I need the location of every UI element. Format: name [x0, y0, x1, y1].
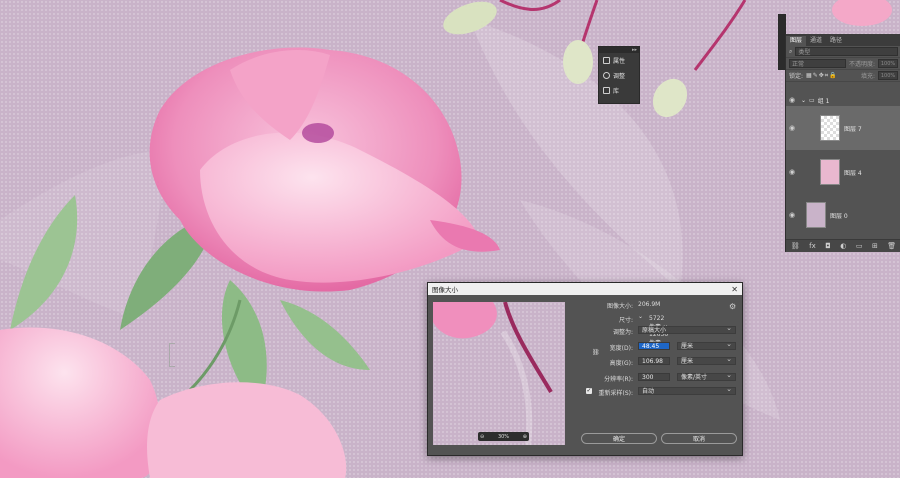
adjustments-icon	[603, 72, 610, 79]
width-label: 宽度(D):	[609, 345, 633, 352]
blend-mode-select[interactable]: 正常	[789, 59, 846, 68]
preview-artwork	[433, 302, 565, 445]
width-unit-select[interactable]: 厘米	[677, 341, 736, 350]
preview-zoom-control: ⊖ 30% ⊕	[478, 432, 529, 441]
image-preview[interactable]: ⊖ 30% ⊕	[433, 302, 565, 445]
mini-panel: ▸▸ 属性 调整 库	[598, 46, 640, 104]
properties-icon	[603, 57, 610, 64]
constrain-bracket	[169, 343, 175, 367]
search-icon: ⌕	[789, 47, 793, 55]
height-label: 高度(G):	[609, 360, 633, 367]
resolution-label: 分辨率(R):	[604, 376, 633, 383]
mini-panel-label: 调整	[613, 73, 626, 80]
folder-icon: ▭	[809, 96, 815, 104]
mask-icon[interactable]: ◘	[825, 242, 831, 250]
link-icon[interactable]: ⛓	[791, 242, 800, 250]
layer-group[interactable]: ◉ ⌄ ▭ 组 1	[786, 95, 900, 105]
tab-channels[interactable]: 通道	[806, 36, 826, 46]
eye-icon[interactable]: ◉	[786, 211, 798, 219]
layer-row[interactable]: ◉ 图层 7	[786, 106, 900, 150]
layers-tabs: 图层 通道 路径	[786, 34, 900, 46]
fill-label: 填充:	[860, 73, 875, 80]
zoom-in-icon[interactable]: ⊕	[523, 434, 527, 440]
cancel-button[interactable]: 取消	[661, 433, 737, 444]
layer-kind-filter[interactable]: 类型	[795, 47, 898, 56]
gear-icon[interactable]: ⚙	[729, 302, 736, 311]
chevron-down-icon[interactable]: ⌄	[638, 313, 643, 320]
dimensions-label: 尺寸:	[618, 317, 633, 324]
lock-icons[interactable]: ▦✎✥⌗🔒	[806, 72, 838, 80]
image-size-label: 图像大小:	[606, 303, 633, 310]
mini-panel-label: 属性	[613, 58, 626, 65]
tab-paths[interactable]: 路径	[826, 36, 846, 46]
layer-name: 图层 4	[844, 169, 862, 177]
layers-panel: 图层 通道 路径 ⌕ 类型 正常 不透明度: 100% 锁定: ▦✎✥⌗🔒 填充…	[785, 34, 900, 252]
opacity-label: 不透明度:	[848, 61, 875, 68]
lock-label: 锁定:	[789, 73, 804, 80]
opacity-input[interactable]: 100%	[878, 59, 898, 68]
fit-label: 调整为:	[612, 329, 633, 336]
eye-icon[interactable]: ◉	[786, 96, 798, 104]
group-name: 组 1	[817, 97, 830, 105]
layer-thumbnail	[820, 159, 840, 185]
layer-filter-row: ⌕ 类型	[786, 46, 900, 58]
dialog-titlebar: 图像大小 ✕	[428, 283, 742, 295]
eye-icon[interactable]: ◉	[786, 168, 798, 176]
close-icon[interactable]: ✕	[731, 285, 738, 294]
new-layer-icon[interactable]: ⊞	[872, 242, 878, 250]
layer-row[interactable]: ◉ 图层 0	[786, 194, 900, 236]
resample-select[interactable]: 自动	[638, 386, 736, 395]
zoom-out-icon[interactable]: ⊖	[480, 434, 484, 440]
layers-toolbar: ⛓ fx ◘ ◐ ▭ ⊞ 🗑	[786, 239, 900, 252]
adjustment-layer-icon[interactable]: ◐	[840, 242, 846, 250]
eye-icon[interactable]: ◉	[786, 124, 798, 132]
height-unit-select[interactable]: 厘米	[677, 356, 736, 365]
mini-panel-item-libraries[interactable]: 库	[599, 83, 639, 98]
layer-row[interactable]: ◉ 图层 4	[786, 151, 900, 193]
resample-label: 重新采样(S):	[598, 390, 633, 397]
height-input[interactable]: 106.98	[638, 357, 670, 365]
resolution-unit-select[interactable]: 像素/英寸	[677, 372, 736, 381]
mini-panel-item-adjustments[interactable]: 调整	[599, 68, 639, 83]
fill-input[interactable]: 100%	[878, 71, 898, 80]
tab-layers[interactable]: 图层	[786, 36, 807, 46]
mini-panel-item-properties[interactable]: 属性	[599, 53, 639, 68]
lock-row: 锁定: ▦✎✥⌗🔒 填充: 100%	[786, 70, 900, 82]
folder-icon[interactable]: ▭	[856, 242, 863, 250]
fit-to-select[interactable]: 原稿大小	[638, 325, 736, 334]
layer-name: 图层 0	[830, 212, 848, 220]
trash-icon[interactable]: 🗑	[887, 242, 896, 250]
ok-button[interactable]: 确定	[581, 433, 657, 444]
blend-row: 正常 不透明度: 100%	[786, 58, 900, 70]
layer-thumbnail	[820, 115, 840, 141]
dialog-title: 图像大小	[432, 286, 458, 294]
image-size-value: 206.9M	[638, 301, 661, 308]
layer-thumbnail	[806, 202, 826, 228]
resolution-input[interactable]: 300	[638, 373, 670, 381]
mini-panel-label: 库	[613, 88, 620, 95]
layer-name: 图层 7	[844, 125, 862, 133]
width-input[interactable]: 48.45	[638, 342, 670, 350]
chevron-down-icon[interactable]: ⌄	[801, 97, 806, 104]
libraries-icon	[603, 87, 610, 94]
fx-icon[interactable]: fx	[809, 242, 816, 250]
preview-zoom: 30%	[497, 433, 510, 440]
